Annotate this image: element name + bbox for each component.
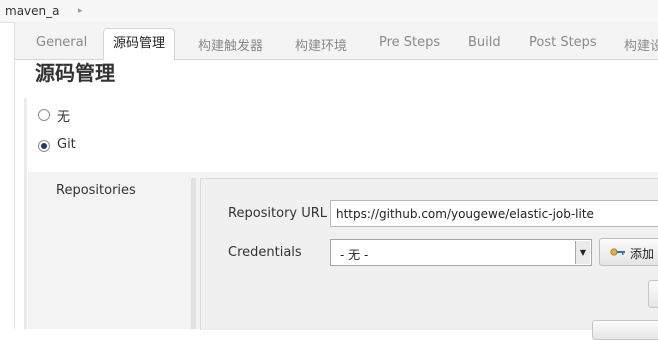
tab-pre-steps[interactable]: Pre Steps <box>379 35 440 50</box>
add-repository-button[interactable] <box>592 320 658 340</box>
tab-build-settings[interactable]: 构建设 <box>624 35 658 54</box>
breadcrumb: maven_a ▸ <box>0 0 658 23</box>
tab-post-steps[interactable]: Post Steps <box>529 35 597 50</box>
radio-git[interactable] <box>38 140 50 152</box>
config-tab-bar: General 源码管理 构建触发器 构建环境 Pre Steps Build … <box>15 22 658 61</box>
repository-url-input[interactable] <box>330 200 658 227</box>
add-credentials-label: 添加 <box>630 247 655 261</box>
radio-none[interactable] <box>38 109 50 121</box>
radio-git-label: Git <box>57 137 76 152</box>
key-icon <box>610 248 625 256</box>
chevron-down-icon[interactable]: ▼ <box>575 241 590 264</box>
breadcrumb-job-link[interactable]: maven_a <box>5 0 60 22</box>
repositories-label: Repositories <box>56 183 136 198</box>
page-title: 源码管理 <box>35 61 115 85</box>
tab-build[interactable]: Build <box>468 35 501 50</box>
tab-build-environment[interactable]: 构建环境 <box>295 35 347 54</box>
section-indent-bar <box>24 98 27 329</box>
advanced-button[interactable] <box>648 280 658 308</box>
credentials-label: Credentials <box>228 245 302 260</box>
credentials-selected-value: - 无 - <box>340 248 369 262</box>
radio-none-label: 无 <box>57 110 71 125</box>
repository-url-label: Repository URL <box>228 206 328 221</box>
tab-general[interactable]: General <box>36 35 87 50</box>
credentials-select[interactable]: - 无 - ▼ <box>330 239 592 266</box>
left-divider <box>14 22 15 329</box>
add-credentials-button[interactable]: 添加 <box>599 238 658 266</box>
tab-build-triggers[interactable]: 构建触发器 <box>198 35 263 54</box>
repositories-divider <box>191 178 196 329</box>
chevron-right-icon[interactable]: ▸ <box>78 0 83 22</box>
